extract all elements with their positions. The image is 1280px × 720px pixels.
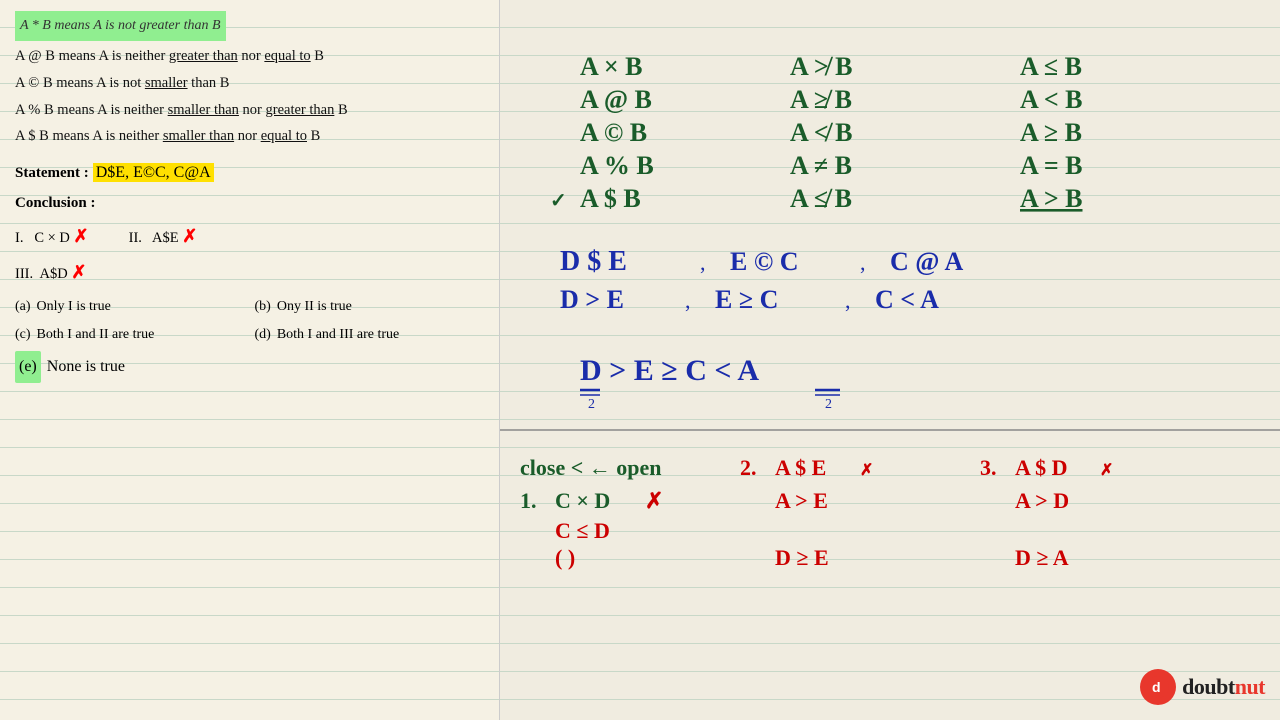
svg-text:,: ,: [845, 288, 851, 313]
svg-text:A < B: A < B: [1020, 85, 1083, 114]
svg-text:,: ,: [700, 250, 706, 275]
svg-text:( ): ( ): [555, 545, 575, 570]
options-grid: (a) Only I is true (b) Ony II is true (c…: [15, 294, 484, 348]
def-3: A % B means A is neither smaller than no…: [15, 97, 484, 124]
svg-text:A © B: A © B: [580, 118, 647, 147]
doubtnut-logo: d doubtnut: [1140, 669, 1265, 705]
svg-text:A @ B: A @ B: [580, 85, 652, 114]
cross-1: ✗: [74, 226, 89, 246]
conclusion-label: Conclusion :: [15, 188, 484, 218]
def-1: A @ B means A is neither greater than no…: [15, 43, 484, 70]
svg-text:✗: ✗: [860, 462, 873, 479]
option-e: (e) None is true: [15, 351, 484, 383]
option-b-text: Ony II is true: [277, 294, 352, 320]
right-panel: A × B A ≯ B A ≤ B A @ B A ≱ B A < B A © …: [500, 0, 1280, 720]
svg-text:D ≥ A: D ≥ A: [1015, 545, 1069, 570]
svg-text:D > E: D > E: [560, 285, 624, 314]
option-a-text: Only I is true: [37, 294, 111, 320]
option-c-text: Both I and II are true: [37, 322, 155, 348]
cross-2: ✗: [182, 226, 197, 246]
option-c: (c) Both I and II are true: [15, 322, 245, 348]
svg-text:1.: 1.: [520, 488, 537, 513]
svg-text:D ≥ E: D ≥ E: [775, 545, 829, 570]
svg-text:E ≥ C: E ≥ C: [715, 285, 778, 314]
svg-text:A $ B: A $ B: [580, 184, 641, 213]
svg-text:A ≰ B: A ≰ B: [790, 184, 852, 213]
svg-text:D > E ≥ C < A: D > E ≥ C < A: [580, 354, 759, 387]
option-d-text: Both I and III are true: [277, 322, 399, 348]
option-a: (a) Only I is true: [15, 294, 245, 320]
option-e-text: None is true: [47, 352, 125, 382]
svg-text:A > B: A > B: [1020, 184, 1083, 213]
svg-text:C × D: C × D: [555, 488, 610, 513]
main-container: A * B means A is not greater than B A @ …: [0, 0, 1280, 720]
option-b: (b) Ony II is true: [255, 294, 485, 320]
svg-text:close < ← open: close < ← open: [520, 455, 661, 480]
text-content: A * B means A is not greater than B A @ …: [15, 10, 484, 383]
svg-text:2.: 2.: [740, 455, 757, 480]
svg-text:A $ D: A $ D: [1015, 455, 1068, 480]
svg-text:A ≱ B: A ≱ B: [790, 85, 852, 114]
svg-text:A % B: A % B: [580, 151, 654, 180]
svg-text:✓: ✓: [550, 190, 567, 212]
svg-text:C < A: C < A: [875, 285, 939, 314]
svg-text:A ≠ B: A ≠ B: [790, 151, 852, 180]
statement-line: Statement : D$E, E©C, C@A: [15, 158, 484, 188]
cross-3: ✗: [71, 262, 86, 282]
svg-text:d: d: [1152, 679, 1161, 695]
svg-text:A = B: A = B: [1020, 151, 1083, 180]
svg-text:2: 2: [588, 397, 595, 412]
right-svg: A × B A ≯ B A ≤ B A @ B A ≱ B A < B A © …: [500, 0, 1280, 720]
svg-text:D $ E: D $ E: [560, 246, 627, 277]
doubtnut-brand-icon: d: [1146, 675, 1170, 699]
option-d-label: (d): [255, 322, 271, 348]
svg-text:A > D: A > D: [1015, 488, 1069, 513]
conclusion-1: I. C × D ✗: [15, 218, 89, 254]
conclusion-2: II. A$E ✗: [129, 218, 198, 254]
doubtnut-brand-accent: nut: [1235, 674, 1265, 699]
statement-section: Statement : D$E, E©C, C@A Conclusion :: [15, 158, 484, 218]
svg-text:✗: ✗: [645, 488, 663, 513]
svg-text:A > E: A > E: [775, 488, 828, 513]
svg-text:3.: 3.: [980, 455, 997, 480]
svg-text:A ≥ B: A ≥ B: [1020, 118, 1082, 147]
def-4: A $ B means A is neither smaller than no…: [15, 123, 484, 150]
svg-text:✗: ✗: [1100, 462, 1113, 479]
statement-value: D$E, E©C, C@A: [93, 163, 214, 182]
svg-text:,: ,: [860, 250, 866, 275]
def-2: A © B means A is not smaller than B: [15, 70, 484, 97]
svg-text:A ≯ B: A ≯ B: [790, 52, 853, 81]
doubtnut-icon: d: [1140, 669, 1176, 705]
option-d: (d) Both I and III are true: [255, 322, 485, 348]
svg-text:A × B: A × B: [580, 52, 643, 81]
svg-text:E © C: E © C: [730, 247, 799, 276]
svg-text:,: ,: [685, 288, 691, 313]
option-b-label: (b): [255, 294, 271, 320]
option-a-label: (a): [15, 294, 31, 320]
svg-text:A $ E: A $ E: [775, 455, 826, 480]
svg-text:C ≤ D: C ≤ D: [555, 518, 610, 543]
option-e-label: (e): [15, 351, 41, 383]
conclusion-heading: Conclusion :: [15, 195, 95, 211]
roman-row-2: III. A$D ✗: [15, 254, 484, 290]
option-c-label: (c): [15, 322, 31, 348]
top-banner: A * B means A is not greater than B: [15, 11, 226, 41]
svg-text:C @ A: C @ A: [890, 247, 964, 276]
roman-row-1: I. C × D ✗ II. A$E ✗: [15, 218, 484, 254]
roman-conclusions: I. C × D ✗ II. A$E ✗ III. A$D ✗: [15, 218, 484, 290]
statement-label: Statement :: [15, 165, 89, 181]
left-panel: A * B means A is not greater than B A @ …: [0, 0, 500, 720]
svg-text:2: 2: [825, 397, 832, 412]
svg-text:A ≤ B: A ≤ B: [1020, 52, 1082, 81]
svg-text:A ≮ B: A ≮ B: [790, 118, 853, 147]
doubtnut-text: doubtnut: [1182, 674, 1265, 700]
